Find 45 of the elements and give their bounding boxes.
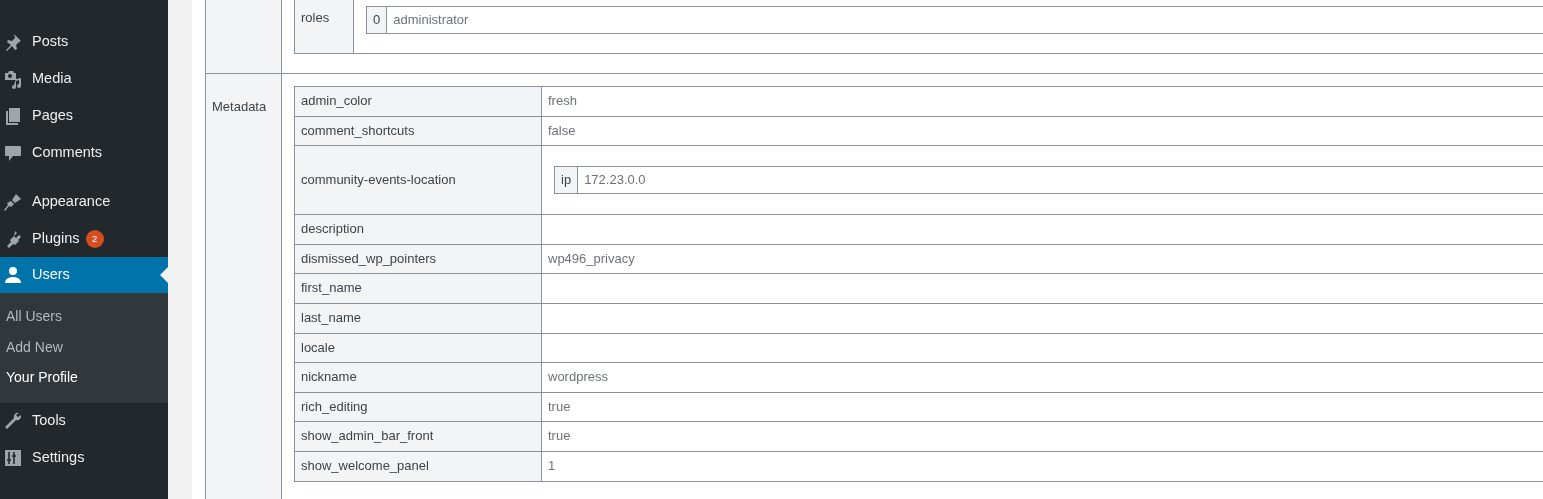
pointer-notch-icon: [160, 267, 168, 283]
paintbrush-icon: [3, 191, 23, 212]
table-cell: comment_shortcuts: [294, 116, 542, 146]
menu-item[interactable]: Tools: [0, 402, 168, 440]
table-cell: nickname: [294, 362, 542, 393]
table-cell: fresh: [541, 86, 1543, 117]
submenu-item[interactable]: Add New: [0, 331, 168, 362]
menu-item[interactable]: Posts: [0, 23, 168, 60]
table-cell: true: [541, 392, 1543, 422]
table-cell: locale: [294, 333, 542, 363]
menu-item[interactable]: Appearance: [0, 183, 168, 220]
count-badge: 2: [85, 229, 104, 248]
menu-item[interactable]: Users: [0, 257, 168, 293]
pages-icon: [3, 105, 23, 126]
table-cell: show_welcome_panel: [294, 451, 542, 482]
table-cell: 172.23.0.0: [577, 166, 1543, 194]
table-cell: true: [541, 421, 1543, 452]
submenu-item[interactable]: All Users: [0, 301, 168, 332]
camera-music-icon: [3, 68, 23, 89]
table-cell: show_admin_bar_front: [294, 421, 542, 452]
table-cell: first_name: [294, 273, 542, 304]
table-cell: dismissed_wp_pointers: [294, 244, 542, 274]
table-cell: description: [294, 214, 542, 245]
menu-item[interactable]: Settings: [0, 439, 168, 477]
menu-item[interactable]: Plugins 2: [0, 220, 168, 257]
menu-item[interactable]: Media: [0, 60, 168, 97]
table-cell: admin_color: [294, 86, 542, 117]
table-cell: last_name: [294, 303, 542, 334]
submenu-item[interactable]: Your Profile: [0, 362, 168, 393]
table-cell: rich_editing: [294, 392, 542, 422]
table-cell: administrator: [386, 6, 1543, 34]
table-cell: roles: [294, 0, 354, 54]
table-cell: wordpress: [541, 362, 1543, 393]
section-label: Metadata: [205, 73, 282, 499]
user-icon: [3, 265, 23, 285]
table-cell: false: [541, 116, 1543, 146]
table-cell: ip: [554, 166, 578, 194]
table-cell: 1: [541, 451, 1543, 482]
table-cell: wp496_privacy: [541, 244, 1543, 274]
table-cell: 0: [366, 6, 387, 34]
table-cell: community-events-location: [294, 145, 542, 215]
menu-item[interactable]: Pages: [0, 97, 168, 134]
sliders-icon: [3, 448, 23, 468]
wrench-icon: [3, 411, 23, 431]
menu-item[interactable]: Comments: [0, 134, 168, 171]
